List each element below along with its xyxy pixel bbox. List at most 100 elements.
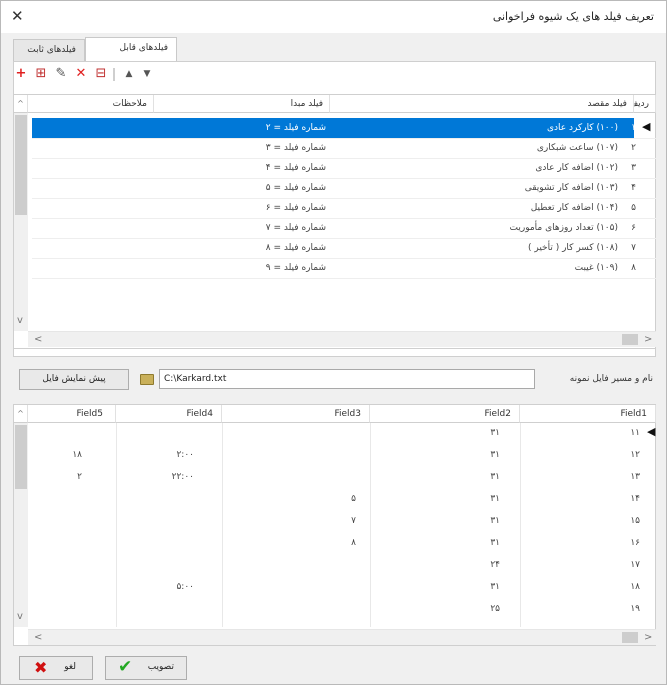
header-field3[interactable]: Field3 xyxy=(222,405,370,423)
file-path-label: نام و مسیر فایل نمونه xyxy=(569,374,653,384)
scroll-down-icon[interactable]: v xyxy=(17,611,23,622)
scrollbar-thumb[interactable] xyxy=(622,334,638,345)
scroll-up-icon[interactable]: ^ xyxy=(14,405,28,423)
scrollbar-thumb[interactable] xyxy=(15,425,27,489)
header-target-field[interactable]: فیلد مقصد xyxy=(330,95,634,113)
cell-source-field[interactable]: شماره فیلد = ۵ xyxy=(154,178,330,198)
cell-source-field[interactable]: شماره فیلد = ۲ xyxy=(154,118,330,138)
scroll-right-icon[interactable]: > xyxy=(644,632,652,643)
cell-field3: ۵ xyxy=(351,494,356,504)
cell-field5: ۱۸ xyxy=(72,450,82,460)
clear-icon[interactable]: ⊟ xyxy=(93,65,109,83)
tab-definable-fields[interactable]: فیلدهای قابل تعریف xyxy=(85,37,177,73)
cell-field1: ۱۲ xyxy=(630,450,640,460)
cell-source-field[interactable]: شماره فیلد = ۴ xyxy=(154,158,330,178)
cell-row-number: ۳ xyxy=(631,163,636,173)
cell-target-field[interactable]: (۱۰۵) تعداد روزهای مأموریت xyxy=(330,218,622,238)
cell-field4: ۵:۰۰ xyxy=(176,582,194,592)
preview-file-button[interactable]: پیش نمایش فایل xyxy=(19,369,129,390)
cell-field2: ۳۱ xyxy=(490,494,500,504)
cell-field3: ۷ xyxy=(351,516,356,526)
mapping-grid: ردیف فیلد مقصد فیلد مبدا ملاحظات ^ v ◀ ۱… xyxy=(13,94,656,349)
cell-source-field[interactable]: شماره فیلد = ۹ xyxy=(154,258,330,278)
cell-field1: ۱۴ xyxy=(630,494,640,504)
window-title: تعریف فیلد های یک شیوه فراخوانی xyxy=(492,10,654,23)
move-down-icon[interactable]: ▼ xyxy=(139,65,155,83)
cell-field2: ۳۱ xyxy=(490,582,500,592)
cell-field1: ۱۵ xyxy=(630,516,640,526)
edit-icon[interactable]: ✎ xyxy=(53,65,69,83)
cell-target-field[interactable]: (۱۰۲) اضافه کار عادی xyxy=(330,158,622,178)
header-field5[interactable]: Field5 xyxy=(28,405,116,423)
cell-field2: ۳۱ xyxy=(490,472,500,482)
toolbar-separator xyxy=(113,68,115,81)
cell-field4: ۲:۰۰ xyxy=(176,450,194,460)
vertical-scrollbar[interactable]: v xyxy=(14,113,28,331)
toolbar: + ⊞ ✎ ✕ ⊟ ▲ ▼ xyxy=(13,65,193,85)
row-divider xyxy=(32,278,656,279)
scroll-right-icon[interactable]: > xyxy=(644,334,652,345)
cell-source-field[interactable]: شماره فیلد = ۷ xyxy=(154,218,330,238)
scroll-up-icon[interactable]: ^ xyxy=(14,95,28,113)
cell-target-field[interactable]: (۱۰۹) غیبت xyxy=(330,258,622,278)
current-row-indicator-icon: ◀ xyxy=(642,120,651,133)
insert-row-icon[interactable]: ⊞ xyxy=(33,65,49,83)
add-icon[interactable]: + xyxy=(13,65,29,83)
cell-source-field[interactable]: شماره فیلد = ۳ xyxy=(154,138,330,158)
title-bar: تعریف فیلد های یک شیوه فراخوانی ✕ xyxy=(1,1,666,33)
scroll-left-icon[interactable]: < xyxy=(34,334,42,345)
cell-source-field[interactable]: شماره فیلد = ۶ xyxy=(154,198,330,218)
cell-row-number: ۴ xyxy=(631,183,636,193)
cell-target-field[interactable]: (۱۰۷) ساعت شبکاری xyxy=(330,138,622,158)
scroll-down-icon[interactable]: v xyxy=(17,315,23,326)
cell-field5: ۲ xyxy=(77,472,82,482)
cell-source-field[interactable]: شماره فیلد = ۸ xyxy=(154,238,330,258)
cell-field1: ۱۸ xyxy=(630,582,640,592)
preview-grid: ^ Field5 Field4 Field3 Field2 Field1 v ◀… xyxy=(13,404,656,646)
cell-field1: ۱۳ xyxy=(630,472,640,482)
cell-field1: ۱۷ xyxy=(630,560,640,570)
cell-row-number: ۷ xyxy=(631,243,636,253)
delete-icon[interactable]: ✕ xyxy=(73,65,89,83)
cell-field1: ۱۹ xyxy=(630,604,640,614)
header-field1[interactable]: Field1 xyxy=(520,405,656,423)
cell-target-field[interactable]: (۱۰۸) کسر کار ( تأخیر ) xyxy=(330,238,622,258)
cell-field2: ۲۵ xyxy=(490,604,500,614)
horizontal-scrollbar[interactable]: < > xyxy=(28,629,656,645)
cell-field3: ۸ xyxy=(351,538,356,548)
cell-row-number: ۱ xyxy=(631,123,636,133)
close-icon[interactable]: ✕ xyxy=(11,7,24,25)
cell-row-number: ۲ xyxy=(631,143,636,153)
cancel-x-icon: ✖ xyxy=(34,658,48,677)
header-field2[interactable]: Field2 xyxy=(370,405,520,423)
cell-target-field[interactable]: (۱۰۳) اضافه کار تشویقی xyxy=(330,178,622,198)
folder-icon[interactable] xyxy=(140,374,154,385)
file-path-input[interactable]: C:\Karkard.txt xyxy=(159,369,535,389)
cell-row-number: ۸ xyxy=(631,263,636,273)
cell-field1: ۱۶ xyxy=(630,538,640,548)
cell-field4: ۲۲:۰۰ xyxy=(171,472,194,482)
vertical-scrollbar[interactable]: v xyxy=(14,423,28,627)
cell-row-number: ۵ xyxy=(631,203,636,213)
header-field4[interactable]: Field4 xyxy=(116,405,222,423)
approve-button[interactable]: ✔ تصویب xyxy=(105,656,187,680)
approve-label: تصویب xyxy=(147,662,174,672)
move-up-icon[interactable]: ▲ xyxy=(121,65,137,83)
approve-check-icon: ✔ xyxy=(118,657,133,677)
cancel-button[interactable]: ✖ لغو xyxy=(19,656,93,680)
scrollbar-thumb[interactable] xyxy=(622,632,638,643)
cell-target-field[interactable]: (۱۰۴) اضافه کار تعطیل xyxy=(330,198,622,218)
header-source-field[interactable]: فیلد مبدا xyxy=(154,95,330,113)
header-row-number[interactable]: ردیف xyxy=(629,95,656,113)
cancel-label: لغو xyxy=(64,662,76,672)
cell-field2: ۳۱ xyxy=(490,516,500,526)
dialog-window: تعریف فیلد های یک شیوه فراخوانی ✕ فیلدها… xyxy=(0,0,667,685)
scrollbar-thumb[interactable] xyxy=(15,115,27,215)
tab-fixed-fields[interactable]: فیلدهای ثابت xyxy=(13,39,85,61)
cell-target-field[interactable]: (۱۰۰) کارکرد عادی xyxy=(330,118,622,138)
scroll-left-icon[interactable]: < xyxy=(34,632,42,643)
header-notes[interactable]: ملاحظات xyxy=(28,95,154,113)
horizontal-scrollbar[interactable]: < > xyxy=(28,331,656,347)
current-row-indicator-icon: ◀ xyxy=(647,425,656,438)
cell-field2: ۲۴ xyxy=(490,560,500,570)
